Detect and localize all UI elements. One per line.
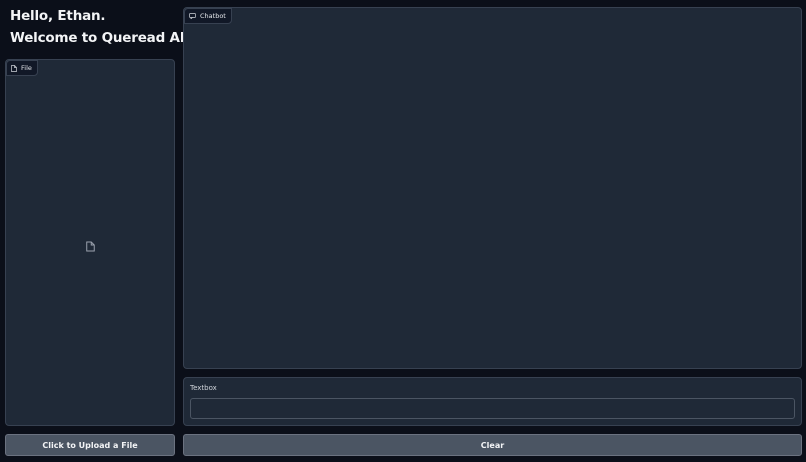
chatbot-panel-tag: Chatbot — [184, 8, 232, 24]
welcome-heading: Welcome to Queread AI — [10, 30, 185, 46]
file-upload-panel[interactable]: File — [5, 59, 175, 426]
chatbot-panel-label: Chatbot — [200, 12, 226, 20]
file-panel-label: File — [21, 64, 32, 72]
file-icon — [11, 64, 17, 72]
file-placeholder-icon — [86, 237, 95, 256]
clear-button[interactable]: Clear — [183, 434, 802, 456]
textbox-label: Textbox — [190, 384, 217, 392]
greeting-heading: Hello, Ethan. — [10, 8, 106, 24]
file-panel-tag: File — [6, 60, 38, 76]
chatbot-panel: Chatbot — [183, 7, 802, 369]
chat-icon — [189, 13, 196, 19]
textbox-panel: Textbox — [183, 377, 802, 426]
upload-file-button[interactable]: Click to Upload a File — [5, 434, 175, 456]
app-page: Hello, Ethan. Welcome to Queread AI File — [0, 0, 806, 462]
message-input[interactable] — [190, 398, 795, 419]
